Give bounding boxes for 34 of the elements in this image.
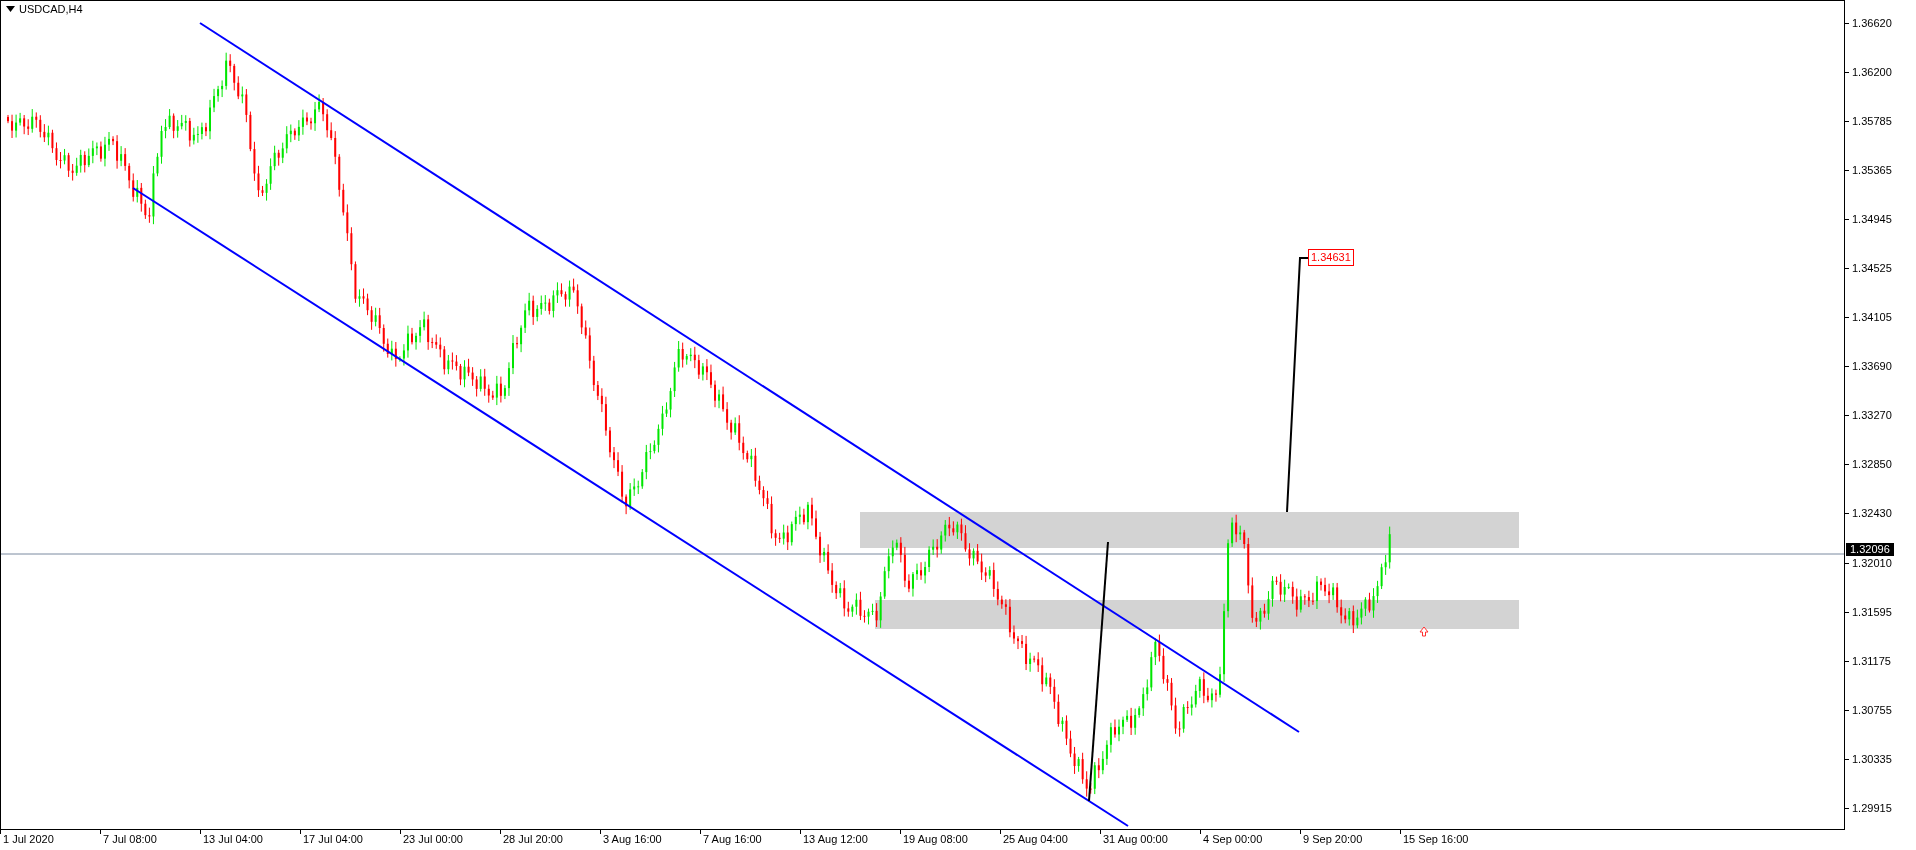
- time-axis-label: 25 Aug 04:00: [1000, 830, 1100, 850]
- time-axis-label: 19 Aug 08:00: [900, 830, 1000, 850]
- price-axis-label: 1.34105: [1845, 309, 1916, 359]
- time-axis-label: 23 Jul 00:00: [400, 830, 500, 850]
- time-axis-label: 3 Aug 16:00: [600, 830, 700, 850]
- current-price-label: 1.32096: [1846, 543, 1894, 556]
- time-axis-label: 15 Sep 16:00: [1400, 830, 1500, 850]
- symbol-title: USDCAD,H4: [19, 3, 83, 15]
- time-axis-label: 7 Jul 08:00: [100, 830, 200, 850]
- price-axis-label: 1.31595: [1845, 603, 1916, 653]
- price-axis-label: 1.30335: [1845, 750, 1916, 800]
- price-axis-label: 1.32850: [1845, 456, 1916, 506]
- price-axis-label: 1.36200: [1845, 64, 1916, 114]
- time-axis-label: 7 Aug 16:00: [700, 830, 800, 850]
- price-axis-label: 1.33690: [1845, 358, 1916, 408]
- price-axis-label: 1.32010: [1845, 554, 1916, 604]
- price-axis-label: 1.33270: [1845, 407, 1916, 457]
- price-axis-label: 1.34525: [1845, 260, 1916, 310]
- time-axis-label: 9 Sep 20:00: [1300, 830, 1400, 850]
- price-axis-label: 1.36620: [1845, 15, 1916, 65]
- time-axis-label: 13 Jul 04:00: [200, 830, 300, 850]
- price-axis-label: 1.35365: [1845, 162, 1916, 212]
- time-axis-label: 4 Sep 00:00: [1200, 830, 1300, 850]
- time-axis-label: 1 Jul 2020: [0, 830, 100, 850]
- price-axis-label: 1.35785: [1845, 113, 1916, 163]
- price-axis-label: 1.31175: [1845, 652, 1916, 702]
- time-axis-label: 28 Jul 20:00: [500, 830, 600, 850]
- price-marker-label: 1.34631: [1308, 249, 1354, 266]
- price-axis-label: 1.30755: [1845, 701, 1916, 751]
- price-axis-label: 1.34945: [1845, 211, 1916, 261]
- time-axis-label: 17 Jul 04:00: [300, 830, 400, 850]
- time-axis-label: 31 Aug 00:00: [1100, 830, 1200, 850]
- time-axis-label: 13 Aug 12:00: [800, 830, 900, 850]
- price-axis-label: 1.29915: [1845, 799, 1916, 849]
